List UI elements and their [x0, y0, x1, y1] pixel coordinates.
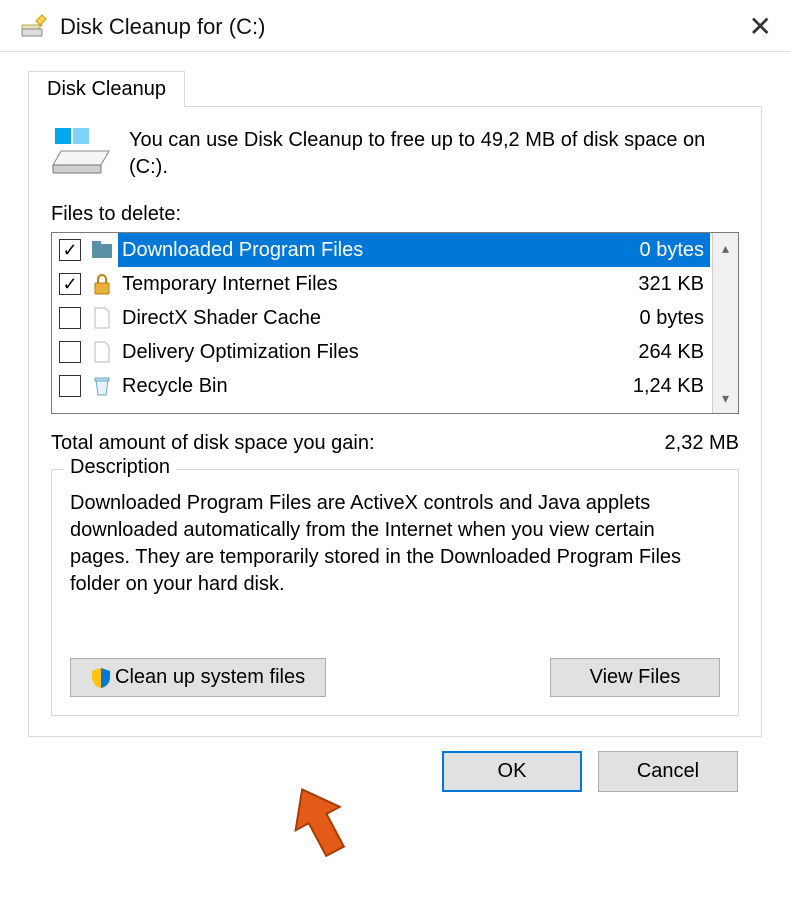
tab-panel: You can use Disk Cleanup to free up to 4… [28, 106, 762, 737]
footer-buttons: OK Cancel [28, 737, 762, 792]
ok-button[interactable]: OK [442, 751, 582, 792]
file-name: Delivery Optimization Files [122, 341, 630, 364]
file-list-item[interactable]: ✓ Temporary Internet Files321 KB [52, 267, 712, 301]
description-text: Downloaded Program Files are ActiveX con… [70, 490, 720, 632]
scroll-up-icon[interactable]: ▴ [713, 233, 738, 263]
drive-icon [51, 127, 111, 175]
tab-disk-cleanup[interactable]: Disk Cleanup [28, 71, 185, 107]
checkbox[interactable] [59, 307, 81, 329]
disk-cleanup-icon [20, 13, 48, 41]
file-name: Downloaded Program Files [122, 239, 632, 262]
page-icon [90, 340, 114, 364]
view-files-button[interactable]: View Files [550, 658, 720, 697]
checkbox[interactable] [59, 375, 81, 397]
checkbox[interactable] [59, 341, 81, 363]
file-list-item[interactable]: DirectX Shader Cache0 bytes [52, 301, 712, 335]
file-size: 321 KB [630, 273, 704, 296]
scroll-down-icon[interactable]: ▾ [713, 383, 738, 413]
file-size: 0 bytes [632, 239, 704, 262]
file-name: DirectX Shader Cache [122, 307, 632, 330]
clean-up-system-files-button[interactable]: Clean up system files [70, 658, 326, 697]
file-list-item[interactable]: ✓ Downloaded Program Files0 bytes [52, 233, 712, 267]
description-group: Description Downloaded Program Files are… [51, 469, 739, 716]
file-list-item[interactable]: Delivery Optimization Files264 KB [52, 335, 712, 369]
total-row: Total amount of disk space you gain: 2,3… [51, 432, 739, 455]
file-list: ✓ Downloaded Program Files0 bytes ✓ Temp… [51, 232, 739, 414]
dialog-content: Disk Cleanup You can use Disk Cleanup to… [0, 52, 790, 802]
checkbox[interactable]: ✓ [59, 239, 81, 261]
close-icon[interactable]: ✕ [732, 10, 772, 43]
titlebar: Disk Cleanup for (C:) ✕ [0, 0, 790, 52]
file-name: Temporary Internet Files [122, 273, 630, 296]
scrollbar[interactable]: ▴ ▾ [712, 233, 738, 413]
files-to-delete-label: Files to delete: [51, 203, 739, 226]
total-label: Total amount of disk space you gain: [51, 432, 665, 455]
button-label: Clean up system files [115, 666, 305, 689]
total-value: 2,32 MB [665, 432, 739, 455]
file-size: 264 KB [630, 341, 704, 364]
scroll-track[interactable] [713, 263, 738, 383]
window-title: Disk Cleanup for (C:) [60, 14, 732, 40]
description-title: Description [64, 456, 176, 479]
file-list-item[interactable]: Recycle Bin1,24 KB [52, 369, 712, 403]
checkbox[interactable]: ✓ [59, 273, 81, 295]
file-name: Recycle Bin [122, 375, 625, 398]
folder-icon [90, 238, 114, 262]
file-size: 1,24 KB [625, 375, 704, 398]
intro-text: You can use Disk Cleanup to free up to 4… [129, 127, 739, 181]
file-size: 0 bytes [632, 307, 704, 330]
recycle-bin-icon [90, 374, 114, 398]
shield-icon [91, 667, 111, 689]
intro-section: You can use Disk Cleanup to free up to 4… [51, 127, 739, 181]
lock-icon [90, 272, 114, 296]
cancel-button[interactable]: Cancel [598, 751, 738, 792]
page-icon [90, 306, 114, 330]
